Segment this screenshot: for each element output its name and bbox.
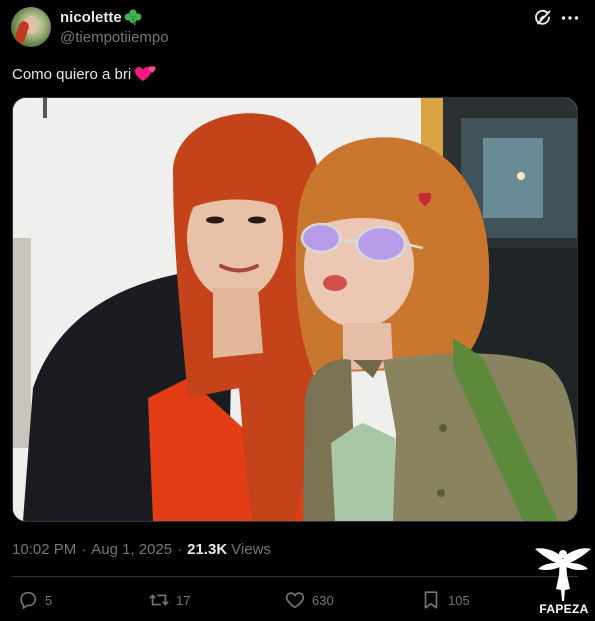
like-button[interactable]: 630: [284, 589, 334, 611]
watermark-text: FAPEZA: [539, 602, 589, 616]
post-card: nicolette @tiempotiiempo Como quiero a b…: [0, 0, 595, 621]
author-display-name[interactable]: nicolette: [60, 9, 122, 26]
post-text: Como quiero a bri: [12, 63, 158, 85]
post-meta: 10:02 PM · Aug 1, 2025 · 21.3K Views: [12, 541, 271, 558]
photo-illustration: [13, 98, 577, 521]
bookmark-icon: [424, 591, 438, 609]
meta-separator-2: ·: [177, 541, 183, 558]
clover-emoji-icon: [124, 9, 142, 26]
grok-button[interactable]: [531, 7, 555, 29]
repost-count: 17: [176, 592, 191, 608]
meta-separator: ·: [81, 541, 87, 558]
more-options-button[interactable]: [558, 7, 582, 29]
repost-icon: [149, 594, 169, 606]
two-hearts-emoji-icon: [135, 66, 156, 81]
reply-count: 5: [45, 592, 53, 608]
actions-divider: [12, 576, 578, 577]
views-count[interactable]: 21.3K: [187, 541, 227, 558]
author-handle[interactable]: @tiempotiiempo: [60, 29, 169, 46]
avatar[interactable]: [11, 7, 51, 47]
post-time[interactable]: 10:02 PM: [12, 541, 76, 558]
post-date[interactable]: Aug 1, 2025: [91, 541, 172, 558]
reply-button[interactable]: 5: [17, 589, 52, 611]
bookmark-button[interactable]: 105: [420, 589, 470, 611]
reply-icon: [20, 591, 37, 610]
repost-button[interactable]: 17: [148, 589, 190, 611]
like-count: 630: [312, 592, 334, 608]
more-icon: [561, 16, 579, 20]
bookmark-count: 105: [448, 592, 470, 608]
heart-icon: [285, 592, 305, 609]
grok-icon: [535, 9, 551, 25]
author-name-row[interactable]: nicolette: [60, 8, 143, 26]
post-photo[interactable]: [12, 97, 578, 522]
views-label: Views: [231, 541, 271, 558]
post-text-content: Como quiero a bri: [12, 65, 132, 83]
